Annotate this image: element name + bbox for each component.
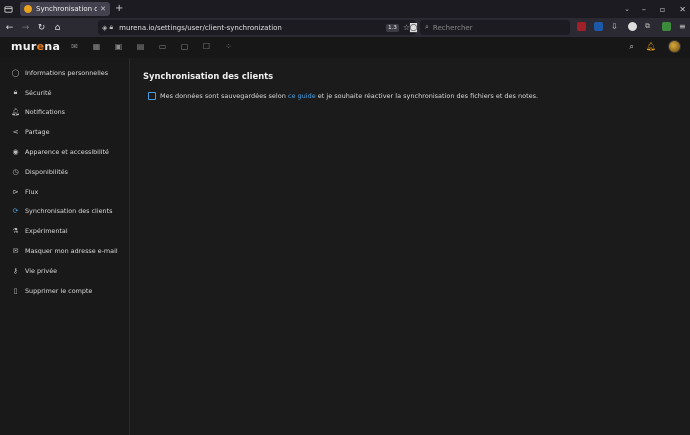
url-text[interactable]: murena.io/settings/user/client-synchroni… (119, 24, 386, 32)
flash-icon: ⊳ (12, 187, 19, 196)
reload-icon[interactable]: ↻ (35, 21, 48, 34)
sidebar-item-personal-info[interactable]: ◯ Informations personnelles (0, 63, 129, 83)
flask-icon: ⚗ (12, 227, 19, 236)
app-menu: ✉ ▦ ▣ ▤ ▭ ▢ ☐ ⁘ (70, 42, 233, 51)
app-header: murena ✉ ▦ ▣ ▤ ▭ ▢ ☐ ⁘ ⌕ 🔔︎ (0, 37, 690, 58)
url-bar[interactable]: ◈ 🔒︎ murena.io/settings/user/client-sync… (98, 20, 416, 35)
forward-icon[interactable]: → (19, 21, 32, 34)
main-content: Synchronisation des clients Mes données … (131, 58, 690, 435)
notes-icon[interactable]: ▢ (180, 42, 189, 51)
sidebar-item-appearance[interactable]: ◉ Apparence et accessibilité (0, 142, 129, 162)
eye-icon: ◉ (12, 148, 19, 157)
files-icon[interactable]: ▤ (136, 42, 145, 51)
search-icon[interactable]: ⌕ (629, 42, 633, 52)
back-icon[interactable]: ← (3, 21, 16, 34)
calendar-icon[interactable]: ▦ (92, 42, 101, 51)
sidebar-item-notifications[interactable]: 🔔︎ Notifications (0, 103, 129, 123)
new-tab-button[interactable]: + (115, 2, 123, 16)
folder-icon[interactable]: ▭ (158, 42, 167, 51)
sidebar-item-privacy[interactable]: ⚷ Vie privée (0, 261, 129, 281)
key-icon: ⚷ (12, 266, 19, 275)
search-placeholder: Rechercher (432, 23, 473, 32)
minimize-button[interactable]: – (642, 5, 646, 14)
ublock-icon[interactable] (577, 22, 586, 31)
home-icon[interactable]: ⌂ (51, 21, 64, 34)
settings-sidebar: ◯ Informations personnelles 🔒︎ Sécurité 🔔︎… (0, 58, 130, 435)
sidebar-item-availability[interactable]: ◷ Disponibilités (0, 162, 129, 182)
tab-title: Synchronisation des clien (36, 5, 98, 13)
lock-icon: 🔒︎ (13, 88, 18, 97)
extension-icon[interactable] (628, 22, 637, 31)
sidebar-item-experimental[interactable]: ⚗ Expérimental (0, 221, 129, 241)
clock-icon: ◷ (12, 167, 19, 176)
zoom-badge[interactable]: 1.3 (386, 23, 399, 32)
guide-link[interactable]: ce guide (288, 92, 316, 100)
sidebar-item-delete-account[interactable]: ▯ Supprimer le compte (0, 281, 129, 301)
share-icon: ⋖ (12, 128, 19, 137)
murena-logo[interactable]: murena (11, 40, 60, 53)
menu-icon[interactable]: ≡ (679, 22, 688, 31)
search-input[interactable]: ⌕ Rechercher (420, 20, 570, 35)
more-icon[interactable]: ⁘ (224, 42, 233, 51)
checkbox-label: Mes données sont sauvegardées selon ce g… (160, 92, 539, 100)
profile-icon[interactable] (662, 22, 671, 31)
shield-icon[interactable]: ◈ (102, 24, 107, 32)
tab-bar: Synchronisation des clien ✕ + ⌄ – ▫ ✕ (0, 0, 690, 18)
contacts-icon[interactable]: ▣ (114, 42, 123, 51)
email-icon: ✉ (12, 247, 19, 256)
sidebar-item-hide-email[interactable]: ✉ Masquer mon adresse e-mail (0, 241, 129, 261)
sync-checkbox[interactable] (148, 92, 156, 100)
bitwarden-icon[interactable] (594, 22, 603, 31)
sync-checkbox-row[interactable]: Mes données sont sauvegardées selon ce g… (148, 92, 538, 100)
sidebar-item-client-sync[interactable]: ⟳ Synchronisation des clients (0, 202, 129, 222)
bell-icon: 🔔︎ (11, 108, 20, 117)
screenshot-icon[interactable]: ◙ (407, 21, 420, 34)
puzzle-icon[interactable]: ⧉ (645, 22, 654, 31)
lock-icon[interactable]: 🔒︎ (109, 23, 113, 32)
user-icon: ◯ (11, 68, 20, 77)
tasks-icon[interactable]: ☐ (202, 42, 211, 51)
avatar[interactable] (668, 40, 681, 53)
notifications-icon[interactable]: 🔔︎ (646, 42, 656, 51)
navigation-bar: ← → ↻ ⌂ ◈ 🔒︎ murena.io/settings/user/cli… (0, 18, 690, 37)
page-title: Synchronisation des clients (143, 71, 274, 81)
tab-list-icon[interactable] (0, 0, 16, 18)
sync-icon: ⟳ (12, 207, 19, 216)
sidebar-item-flow[interactable]: ⊳ Flux (0, 182, 129, 202)
header-right: ⌕ 🔔︎ (629, 40, 681, 53)
download-icon[interactable]: ⇩ (611, 22, 620, 31)
mail-icon[interactable]: ✉ (70, 42, 79, 51)
close-tab-icon[interactable]: ✕ (100, 5, 106, 13)
extension-icons: ⇩ ⧉ ≡ (577, 22, 688, 31)
maximize-button[interactable]: ▫ (660, 5, 665, 14)
search-icon: ⌕ (425, 23, 429, 31)
close-window-button[interactable]: ✕ (679, 5, 686, 14)
sidebar-item-sharing[interactable]: ⋖ Partage (0, 122, 129, 142)
sun-icon (24, 5, 32, 13)
active-tab[interactable]: Synchronisation des clien ✕ (20, 2, 110, 16)
trash-icon: ▯ (13, 286, 18, 295)
sidebar-item-security[interactable]: 🔒︎ Sécurité (0, 83, 129, 103)
chevron-down-icon[interactable]: ⌄ (624, 2, 630, 16)
window-controls: – ▫ ✕ (642, 2, 686, 16)
